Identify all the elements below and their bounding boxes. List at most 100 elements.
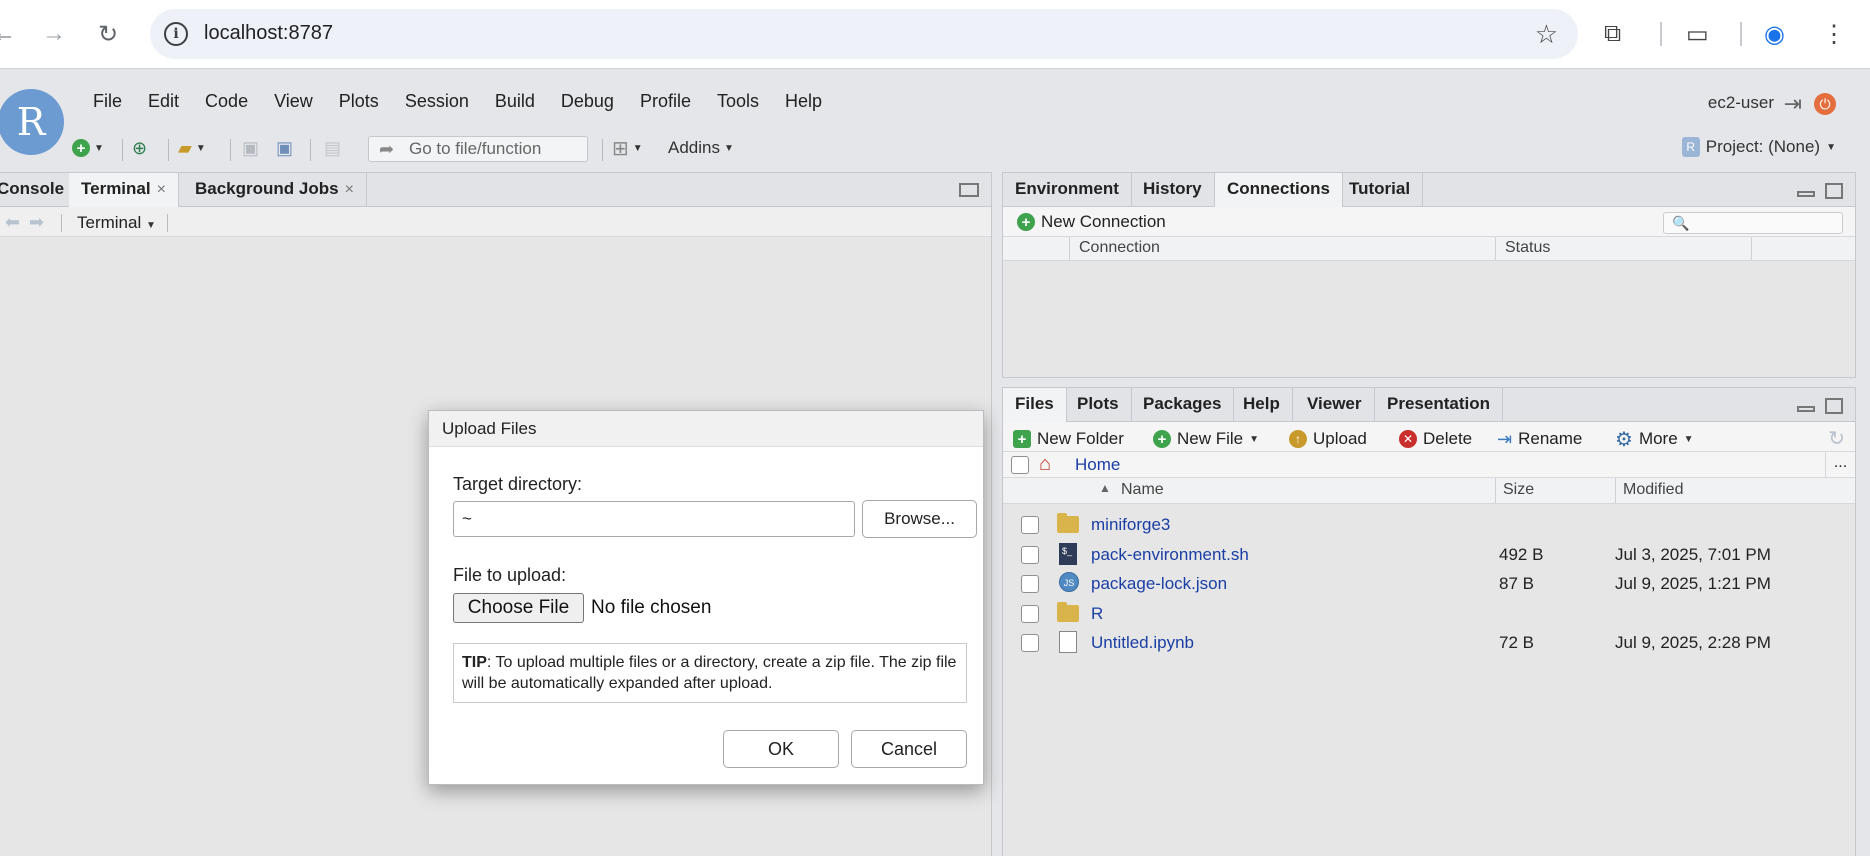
file-name-link[interactable]: package-lock.json bbox=[1091, 574, 1227, 594]
save-button[interactable]: ▣ bbox=[242, 135, 259, 161]
tab-search-icon[interactable]: ▭ bbox=[1686, 16, 1709, 52]
menu-tools[interactable]: Tools bbox=[704, 91, 772, 112]
connections-search-input[interactable]: 🔍 bbox=[1663, 212, 1843, 234]
back-arrow-icon[interactable]: ← bbox=[0, 16, 22, 52]
column-modified[interactable]: Modified bbox=[1623, 481, 1683, 499]
tab-background-jobs[interactable]: Background Jobs × bbox=[183, 173, 367, 207]
address-bar[interactable]: i localhost:8787 ☆ bbox=[150, 9, 1578, 59]
target-directory-input[interactable] bbox=[453, 501, 855, 537]
extensions-icon[interactable]: ⧉ bbox=[1604, 16, 1621, 52]
menu-session[interactable]: Session bbox=[392, 91, 482, 112]
delete-button[interactable]: ✕ Delete bbox=[1399, 428, 1472, 450]
profile-icon[interactable]: ◉ bbox=[1764, 16, 1785, 52]
ok-button[interactable]: OK bbox=[723, 730, 839, 768]
file-icon bbox=[1059, 631, 1077, 653]
sign-out-icon[interactable]: ⇥ bbox=[1784, 91, 1802, 117]
menu-debug[interactable]: Debug bbox=[548, 91, 627, 112]
project-menu[interactable]: R Project: (None) ▼ bbox=[1681, 137, 1836, 157]
file-name-link[interactable]: Untitled.ipynb bbox=[1091, 633, 1194, 653]
menu-view[interactable]: View bbox=[261, 91, 326, 112]
forward-arrow-icon[interactable]: → bbox=[36, 16, 72, 52]
new-project-button[interactable]: ⊕ bbox=[132, 135, 147, 161]
row-checkbox[interactable] bbox=[1021, 604, 1039, 623]
menu-file[interactable]: File bbox=[80, 91, 135, 112]
maximize-pane-icon[interactable] bbox=[1825, 398, 1843, 414]
toolbar-divider bbox=[122, 139, 123, 161]
forward-arrow-icon[interactable]: ➡ bbox=[29, 212, 44, 233]
tab-environment[interactable]: Environment bbox=[1003, 173, 1132, 207]
site-info-icon[interactable]: i bbox=[164, 22, 188, 46]
home-icon[interactable]: ⌂ bbox=[1039, 453, 1051, 476]
tab-packages[interactable]: Packages bbox=[1131, 388, 1235, 422]
breadcrumb-home[interactable]: Home bbox=[1075, 455, 1120, 475]
files-pane: Files Plots Packages Help Viewer Present… bbox=[1002, 387, 1856, 856]
file-row[interactable]: Untitled.ipynb 72 B Jul 9, 2025, 2:28 PM bbox=[1003, 628, 1855, 658]
column-size[interactable]: Size bbox=[1503, 481, 1534, 499]
tab-tutorial[interactable]: Tutorial bbox=[1337, 173, 1424, 207]
close-icon[interactable]: × bbox=[157, 181, 166, 198]
more-path-button[interactable]: ... bbox=[1825, 452, 1855, 478]
tab-presentation[interactable]: Presentation bbox=[1375, 388, 1503, 422]
rename-label: Rename bbox=[1518, 429, 1583, 448]
pane-layout-button[interactable]: ⊞ ▼ bbox=[612, 135, 643, 161]
file-row[interactable]: R bbox=[1003, 599, 1855, 629]
row-checkbox[interactable] bbox=[1021, 634, 1039, 652]
tab-history[interactable]: History bbox=[1131, 173, 1215, 207]
row-checkbox[interactable] bbox=[1021, 516, 1039, 534]
new-folder-button[interactable]: + New Folder bbox=[1013, 428, 1124, 450]
save-all-button[interactable]: ▣ bbox=[276, 135, 293, 161]
minimize-pane-icon[interactable] bbox=[1797, 406, 1815, 412]
file-name-link[interactable]: pack-environment.sh bbox=[1091, 545, 1249, 565]
back-arrow-icon[interactable]: ⬅ bbox=[5, 212, 20, 233]
menu-build[interactable]: Build bbox=[482, 91, 548, 112]
file-row[interactable]: miniforge3 bbox=[1003, 510, 1855, 540]
minimize-pane-icon[interactable] bbox=[1797, 191, 1815, 197]
file-row[interactable]: JS package-lock.json 87 B Jul 9, 2025, 1:21… bbox=[1003, 569, 1855, 599]
tab-console[interactable]: Console bbox=[0, 173, 78, 207]
reload-icon[interactable]: ↻ bbox=[90, 16, 126, 52]
column-connection[interactable]: Connection bbox=[1079, 239, 1160, 257]
column-status[interactable]: Status bbox=[1505, 239, 1550, 257]
tab-viewer[interactable]: Viewer bbox=[1295, 388, 1375, 422]
upload-button[interactable]: ↑ Upload bbox=[1289, 428, 1367, 450]
refresh-icon[interactable]: ↻ bbox=[1828, 426, 1845, 451]
browse-button[interactable]: Browse... bbox=[862, 500, 977, 538]
tab-files[interactable]: Files bbox=[1003, 388, 1067, 422]
tab-connections[interactable]: Connections bbox=[1215, 173, 1343, 207]
go-to-file-input[interactable]: ➦ Go to file/function bbox=[368, 136, 588, 162]
menu-edit[interactable]: Edit bbox=[135, 91, 192, 112]
addins-button[interactable]: Addins ▼ bbox=[668, 135, 734, 161]
maximize-pane-icon[interactable] bbox=[1825, 183, 1843, 199]
new-connection-button[interactable]: + New Connection bbox=[1017, 212, 1166, 232]
new-file-button[interactable]: + ▼ bbox=[72, 135, 104, 161]
column-name[interactable]: Name bbox=[1121, 481, 1164, 499]
file-name-link[interactable]: miniforge3 bbox=[1091, 515, 1170, 535]
tab-help[interactable]: Help bbox=[1231, 388, 1293, 422]
row-checkbox[interactable] bbox=[1021, 575, 1039, 593]
file-row[interactable]: $_ pack-environment.sh 492 B Jul 3, 2025, 7… bbox=[1003, 540, 1855, 570]
rename-button[interactable]: ⇥ Rename bbox=[1497, 428, 1582, 450]
menu-profile[interactable]: Profile bbox=[627, 91, 704, 112]
tab-terminal[interactable]: Terminal × bbox=[69, 173, 179, 207]
row-checkbox[interactable] bbox=[1021, 545, 1039, 564]
browser-menu-icon[interactable]: ⋮ bbox=[1822, 16, 1846, 52]
select-all-checkbox[interactable] bbox=[1011, 456, 1029, 474]
tab-plots[interactable]: Plots bbox=[1065, 388, 1132, 422]
close-icon[interactable]: × bbox=[345, 181, 354, 198]
choose-file-button[interactable]: Choose File bbox=[453, 593, 584, 623]
file-name-link[interactable]: R bbox=[1091, 604, 1103, 624]
new-file-button[interactable]: + New File ▼ bbox=[1153, 428, 1259, 450]
menu-plots[interactable]: Plots bbox=[326, 91, 392, 112]
bookmark-star-icon[interactable]: ☆ bbox=[1535, 19, 1558, 50]
cancel-button[interactable]: Cancel bbox=[851, 730, 967, 768]
print-button[interactable]: ▤ bbox=[324, 135, 341, 161]
menu-code[interactable]: Code bbox=[192, 91, 261, 112]
menu-help[interactable]: Help bbox=[772, 91, 835, 112]
connections-table-header: Connection Status bbox=[1003, 237, 1855, 261]
open-file-button[interactable]: ▰ ▼ bbox=[178, 135, 206, 161]
url-text[interactable]: localhost:8787 bbox=[204, 22, 333, 45]
terminal-dropdown[interactable]: Terminal ▼ bbox=[77, 213, 156, 233]
restore-pane-icon[interactable] bbox=[959, 183, 979, 197]
power-icon[interactable]: ⏻ bbox=[1814, 93, 1836, 115]
more-button[interactable]: ⚙ More ▼ bbox=[1615, 428, 1694, 451]
